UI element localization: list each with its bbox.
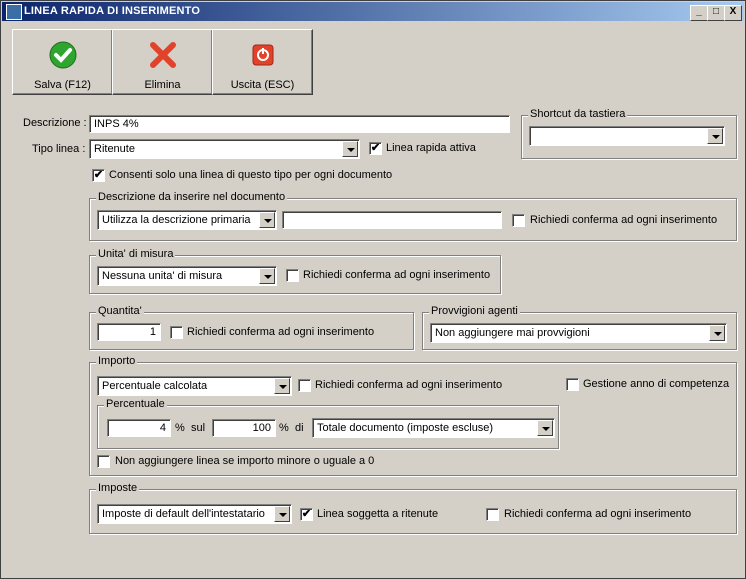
chevron-down-icon[interactable] — [274, 378, 290, 394]
descrizione-doc-confirm-checkbox[interactable] — [512, 214, 525, 227]
imposte-legend: Imposte — [96, 482, 140, 494]
save-button[interactable]: Salva (F12) — [12, 29, 113, 95]
soggetta-checkbox[interactable]: ✔ — [300, 508, 313, 521]
percent-sign-1: % — [175, 422, 185, 434]
app-icon — [6, 4, 22, 20]
di-label: di — [295, 422, 304, 434]
exit-button[interactable]: Uscita (ESC) — [212, 29, 313, 95]
exit-label: Uscita (ESC) — [230, 79, 295, 91]
descrizione-doc-value: Utilizza la descrizione primaria — [102, 214, 251, 226]
importo-value: Percentuale calcolata — [102, 380, 208, 392]
gestione-anno-checkbox[interactable] — [566, 378, 579, 391]
descrizione-doc-legend: Descrizione da inserire nel documento — [96, 191, 288, 203]
provvigioni-legend: Provvigioni agenti — [429, 305, 520, 317]
percentuale-group: Percentuale 4 % sul 100 % di Totale docu… — [97, 398, 559, 449]
chevron-down-icon[interactable] — [259, 268, 275, 284]
descrizione-doc-group: Descrizione da inserire nel documento Ut… — [89, 191, 737, 241]
linea-rapida-checkbox[interactable]: ✔ — [369, 142, 382, 155]
chevron-down-icon[interactable] — [709, 325, 725, 341]
tipo-linea-value: Ritenute — [94, 143, 135, 155]
chevron-down-icon[interactable] — [259, 212, 275, 228]
shortcut-group: Shortcut da tastiera — [521, 108, 737, 159]
provvigioni-group: Provvigioni agenti Non aggiungere mai pr… — [422, 305, 737, 350]
descrizione-label: Descrizione : — [23, 117, 87, 129]
chevron-down-icon[interactable] — [537, 420, 553, 436]
power-icon — [252, 44, 274, 66]
provvigioni-select[interactable]: Non aggiungere mai provvigioni — [430, 323, 727, 343]
quantita-group: Quantita' 1 Richiedi conferma ad ogni in… — [89, 305, 414, 350]
no-add-checkbox[interactable] — [97, 455, 110, 468]
delete-label: Elimina — [144, 79, 181, 91]
chevron-down-icon[interactable] — [274, 506, 290, 522]
importo-confirm-label: Richiedi conferma ad ogni inserimento — [315, 379, 503, 391]
percent-sign-2: % — [279, 422, 289, 434]
unita-value: Nessuna unita' di misura — [102, 270, 223, 282]
save-label: Salva (F12) — [34, 79, 91, 91]
importo-select[interactable]: Percentuale calcolata — [97, 376, 292, 396]
delete-x-icon — [150, 42, 176, 68]
imposte-group: Imposte Imposte di default dell'intestat… — [89, 482, 737, 534]
quantita-confirm-checkbox[interactable] — [170, 326, 183, 339]
base-type-select[interactable]: Totale documento (imposte escluse) — [312, 418, 555, 438]
soggetta-label: Linea soggetta a ritenute — [317, 508, 439, 520]
importo-legend: Importo — [96, 355, 138, 367]
descrizione-doc-confirm-label: Richiedi conferma ad ogni inserimento — [530, 214, 718, 226]
unita-confirm-label: Richiedi conferma ad ogni inserimento — [303, 269, 491, 281]
no-add-label: Non aggiungere linea se importo minore o… — [115, 455, 375, 467]
shortcut-select[interactable] — [529, 126, 725, 146]
main-window: LINEA RAPIDA DI INSERIMENTO _ □ X Salva … — [0, 0, 746, 579]
linea-rapida-label: Linea rapida attiva — [386, 142, 476, 154]
chevron-down-icon[interactable] — [707, 128, 723, 144]
imposte-select[interactable]: Imposte di default dell'intestatario — [97, 504, 292, 524]
chevron-down-icon[interactable] — [342, 141, 358, 157]
sul-label: sul — [191, 422, 206, 434]
importo-group: Importo Percentuale calcolata Richiedi c… — [89, 355, 737, 476]
minimize-button[interactable]: _ — [690, 5, 708, 21]
unita-group: Unita' di misura Nessuna unita' di misur… — [89, 248, 501, 294]
tipo-linea-label: Tipo linea : — [32, 143, 86, 155]
consenti-checkbox[interactable]: ✔ — [92, 169, 105, 182]
shortcut-legend: Shortcut da tastiera — [528, 108, 628, 120]
base-input[interactable]: 100 — [212, 419, 276, 437]
imposte-confirm-label: Richiedi conferma ad ogni inserimento — [504, 508, 692, 520]
quantita-confirm-label: Richiedi conferma ad ogni inserimento — [187, 326, 375, 338]
provvigioni-value: Non aggiungere mai provvigioni — [435, 327, 590, 339]
imposte-value: Imposte di default dell'intestatario — [102, 508, 265, 520]
unita-confirm-checkbox[interactable] — [286, 269, 299, 282]
unita-legend: Unita' di misura — [96, 248, 176, 260]
gestione-anno-label: Gestione anno di competenza — [583, 378, 730, 390]
descrizione-doc-input[interactable] — [282, 211, 502, 229]
window-title: LINEA RAPIDA DI INSERIMENTO — [24, 5, 201, 17]
unita-select[interactable]: Nessuna unita' di misura — [97, 266, 277, 286]
percentuale-input[interactable]: 4 — [107, 419, 171, 437]
consenti-label: Consenti solo una linea di questo tipo p… — [109, 169, 393, 181]
delete-button[interactable]: Elimina — [112, 29, 213, 95]
check-icon — [49, 41, 77, 69]
descrizione-doc-select[interactable]: Utilizza la descrizione primaria — [97, 210, 277, 230]
tipo-linea-select[interactable]: Ritenute — [89, 139, 360, 159]
maximize-button[interactable]: □ — [707, 5, 725, 21]
base-type-value: Totale documento (imposte escluse) — [317, 422, 494, 434]
title-bar: LINEA RAPIDA DI INSERIMENTO _ □ X — [2, 2, 744, 21]
close-button[interactable]: X — [724, 5, 742, 21]
descrizione-input[interactable]: INPS 4% — [89, 115, 510, 133]
imposte-confirm-checkbox[interactable] — [486, 508, 499, 521]
importo-confirm-checkbox[interactable] — [298, 379, 311, 392]
percentuale-legend: Percentuale — [104, 398, 167, 410]
quantita-input[interactable]: 1 — [97, 323, 161, 341]
quantita-legend: Quantita' — [96, 305, 144, 317]
